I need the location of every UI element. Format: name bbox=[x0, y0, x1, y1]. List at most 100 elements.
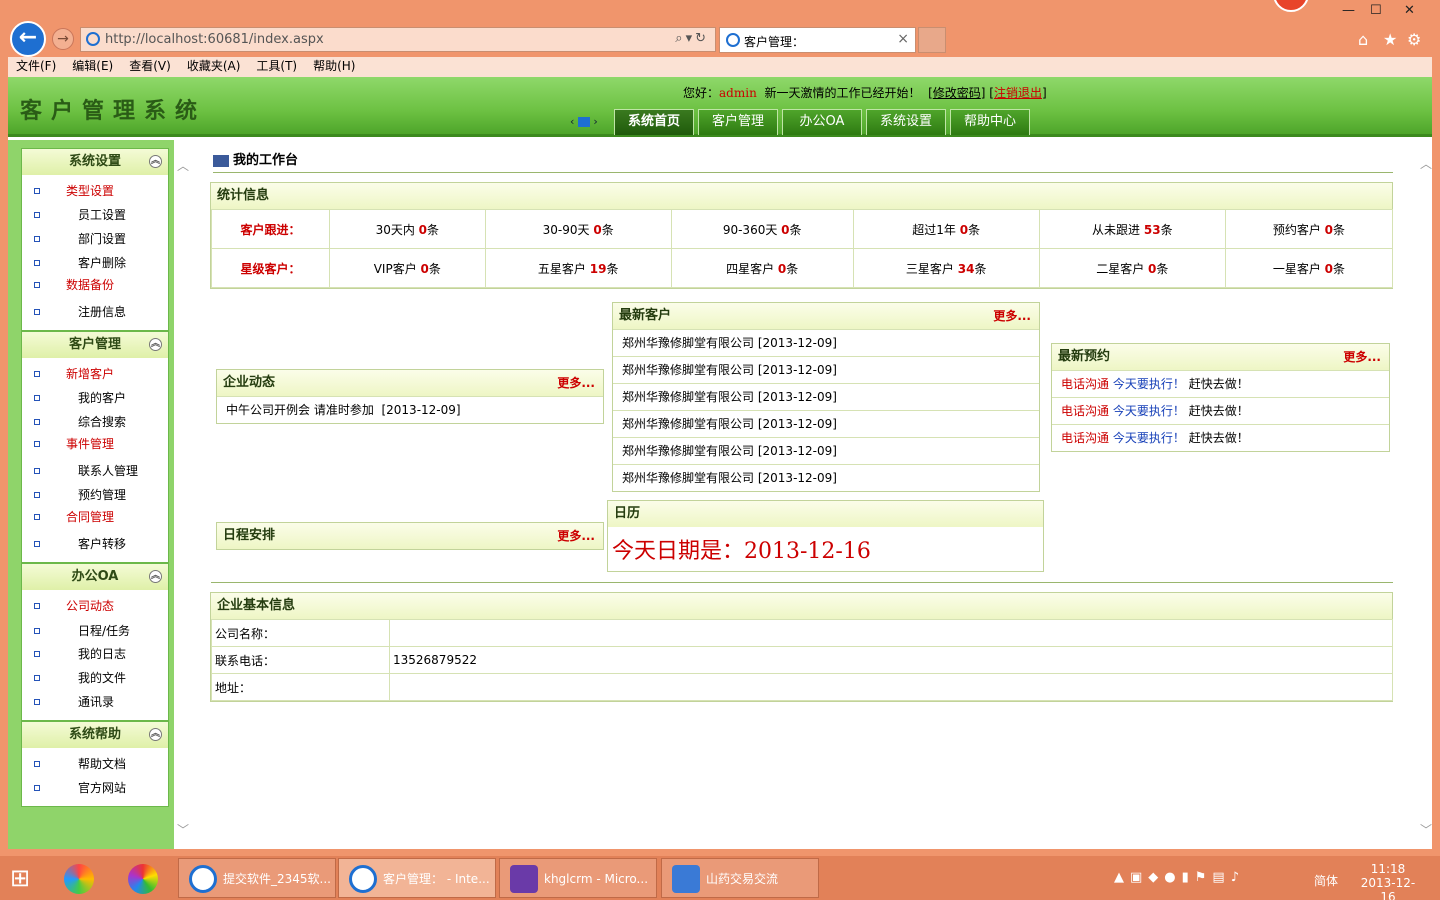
sidebar-item-label[interactable]: 官方网站 bbox=[78, 778, 126, 798]
sidebar-scroll-up-icon[interactable]: ︿ bbox=[177, 157, 189, 174]
appointment-row[interactable]: 电话沟通 今天要执行！ 赶快去做！ bbox=[1052, 370, 1389, 397]
page-scroll-up-icon[interactable]: ︿ bbox=[1420, 155, 1432, 172]
sidebar-item-label[interactable]: 类型设置 bbox=[66, 181, 114, 201]
browser-tab[interactable]: 客户管理： × bbox=[719, 27, 916, 53]
sidebar-scroll-down-icon[interactable]: ﹀ bbox=[177, 821, 189, 838]
sidebar-item-label[interactable]: 数据备份 bbox=[66, 275, 114, 295]
sidebar-item[interactable]: 新增客户 bbox=[22, 364, 168, 384]
news-item[interactable]: 中午公司开例会 请准时参加 [2013-12-09] bbox=[217, 396, 603, 423]
back-button[interactable]: ← bbox=[10, 21, 46, 57]
customer-name[interactable]: 郑州华豫修脚堂有限公司 bbox=[622, 417, 754, 431]
sidebar-item-label[interactable]: 我的客户 bbox=[78, 388, 126, 408]
customer-row[interactable]: 郑州华豫修脚堂有限公司 [2013-12-09] bbox=[613, 437, 1039, 464]
app-pinned-icon-2[interactable] bbox=[128, 864, 158, 894]
sidebar-item[interactable]: 通讯录 bbox=[22, 692, 168, 712]
sidebar-item[interactable]: 预约管理 bbox=[22, 485, 168, 505]
sidebar-item-label[interactable]: 员工设置 bbox=[78, 205, 126, 225]
sidebar-item-label[interactable]: 联系人管理 bbox=[78, 461, 138, 481]
collapse-icon[interactable]: ︽ bbox=[149, 570, 162, 583]
customer-name[interactable]: 郑州华豫修脚堂有限公司 bbox=[622, 444, 754, 458]
star-stat[interactable]: 三星客户 34条 bbox=[852, 248, 1040, 288]
news-item-text[interactable]: 中午公司开例会 请准时参加 bbox=[226, 403, 374, 417]
nav-system-settings[interactable]: 系统设置 bbox=[866, 109, 946, 135]
appointment-row[interactable]: 电话沟通 今天要执行！ 赶快去做！ bbox=[1052, 424, 1389, 451]
sidebar-item[interactable]: 日程/任务 bbox=[22, 621, 168, 641]
sidebar-item-label[interactable]: 日程/任务 bbox=[78, 621, 130, 641]
sidebar-group-header[interactable]: 办公OA ︽ bbox=[22, 564, 168, 590]
sidebar-item[interactable]: 客户转移 bbox=[22, 534, 168, 554]
follow-stat[interactable]: 30-90天 0条 bbox=[484, 209, 672, 249]
sidebar-item[interactable]: 注册信息 bbox=[22, 302, 168, 322]
address-url[interactable]: http://localhost:60681/index.aspx bbox=[105, 32, 324, 47]
latest-customers-more-link[interactable]: 更多... bbox=[993, 303, 1031, 329]
sidebar-item-label[interactable]: 通讯录 bbox=[78, 692, 114, 712]
collapse-icon[interactable]: ︽ bbox=[149, 338, 162, 351]
sidebar-item[interactable]: 官方网站 bbox=[22, 778, 168, 798]
sidebar-item-label[interactable]: 公司动态 bbox=[66, 596, 114, 616]
ime-indicator[interactable]: 简体 bbox=[1314, 872, 1338, 889]
menu-help[interactable]: 帮助(H) bbox=[305, 57, 363, 76]
appointment-what[interactable]: 今天要执行！ bbox=[1113, 404, 1185, 418]
customer-row[interactable]: 郑州华豫修脚堂有限公司 [2013-12-09] bbox=[613, 329, 1039, 356]
customer-row[interactable]: 郑州华豫修脚堂有限公司 [2013-12-09] bbox=[613, 383, 1039, 410]
minimize-button[interactable]: — bbox=[1342, 3, 1355, 18]
sidebar-item[interactable]: 我的文件 bbox=[22, 668, 168, 688]
follow-stat[interactable]: 90-360天 0条 bbox=[670, 209, 854, 249]
address-bar[interactable]: http://localhost:60681/index.aspx ⌕▾↻ bbox=[80, 27, 716, 52]
change-password-link[interactable]: 修改密码 bbox=[933, 86, 981, 100]
customer-row[interactable]: 郑州华豫修脚堂有限公司 [2013-12-09] bbox=[613, 464, 1039, 491]
taskbar-window-3[interactable]: khglcrm - Micro... bbox=[499, 858, 657, 898]
logout-link[interactable]: 注销退出 bbox=[994, 86, 1042, 100]
home-icon[interactable]: ⌂ bbox=[1358, 30, 1368, 49]
sidebar-item[interactable]: 类型设置 bbox=[22, 181, 168, 201]
taskbar-window-1[interactable]: 提交软件_2345软... bbox=[178, 858, 336, 898]
collapse-icon[interactable]: ︽ bbox=[149, 728, 162, 741]
menu-favorites[interactable]: 收藏夹(A) bbox=[179, 57, 249, 76]
favorites-star-icon[interactable]: ★ bbox=[1383, 30, 1397, 49]
clock[interactable]: 11:18 2013-12-16 bbox=[1356, 862, 1420, 900]
sidebar-item[interactable]: 帮助文档 bbox=[22, 754, 168, 774]
nav-scroll-arrows[interactable]: ‹ › bbox=[570, 115, 598, 128]
nav-customers[interactable]: 客户管理 bbox=[698, 109, 778, 135]
star-stat[interactable]: 二星客户 0条 bbox=[1038, 248, 1226, 288]
customer-name[interactable]: 郑州华豫修脚堂有限公司 bbox=[622, 363, 754, 377]
sidebar-item[interactable]: 公司动态 bbox=[22, 596, 168, 616]
follow-stat[interactable]: 30天内 0条 bbox=[329, 209, 486, 249]
menu-edit[interactable]: 编辑(E) bbox=[64, 57, 121, 76]
sidebar-item-label[interactable]: 部门设置 bbox=[78, 229, 126, 249]
star-stat[interactable]: 四星客户 0条 bbox=[670, 248, 854, 288]
star-stat[interactable]: VIP客户 0条 bbox=[329, 248, 486, 288]
nav-office-oa[interactable]: 办公OA bbox=[782, 109, 862, 135]
news-more-link[interactable]: 更多... bbox=[557, 370, 595, 396]
sidebar-item[interactable]: 员工设置 bbox=[22, 205, 168, 225]
customer-name[interactable]: 郑州华豫修脚堂有限公司 bbox=[622, 336, 754, 350]
menu-view[interactable]: 查看(V) bbox=[121, 57, 179, 76]
sidebar-item[interactable]: 我的日志 bbox=[22, 644, 168, 664]
sidebar-item-label[interactable]: 注册信息 bbox=[78, 302, 126, 322]
sidebar-item-label[interactable]: 综合搜索 bbox=[78, 412, 126, 432]
appointment-what[interactable]: 今天要执行！ bbox=[1113, 377, 1185, 391]
menu-tools[interactable]: 工具(T) bbox=[248, 57, 305, 76]
sidebar-group-header[interactable]: 系统帮助 ︽ bbox=[22, 722, 168, 748]
search-refresh-icons[interactable]: ⌕▾↻ bbox=[675, 31, 709, 46]
sidebar-item[interactable]: 数据备份 bbox=[22, 275, 168, 295]
windows-start-icon[interactable]: ⊞ bbox=[10, 864, 30, 892]
customer-row[interactable]: 郑州华豫修脚堂有限公司 [2013-12-09] bbox=[613, 410, 1039, 437]
tray-icons[interactable]: ▲▣◆●▮⚑▤♪ bbox=[1114, 870, 1245, 885]
sidebar-item[interactable]: 联系人管理 bbox=[22, 461, 168, 481]
nav-help-center[interactable]: 帮助中心 bbox=[950, 109, 1030, 135]
maximize-button[interactable]: ☐ bbox=[1370, 3, 1382, 18]
menu-file[interactable]: 文件(F) bbox=[8, 57, 64, 76]
new-tab-button[interactable] bbox=[918, 27, 946, 53]
sidebar-item[interactable]: 综合搜索 bbox=[22, 412, 168, 432]
follow-stat[interactable]: 超过1年 0条 bbox=[852, 209, 1040, 249]
settings-gear-icon[interactable]: ⚙ bbox=[1407, 30, 1421, 49]
tab-close-icon[interactable]: × bbox=[897, 31, 909, 47]
sidebar-group-header[interactable]: 系统设置 ︽ bbox=[22, 149, 168, 175]
taskbar-window-2[interactable]: 客户管理： - Inte... bbox=[338, 858, 496, 898]
appointment-type[interactable]: 电话沟通 bbox=[1061, 431, 1109, 445]
page-scroll-down-icon[interactable]: ﹀ bbox=[1420, 821, 1432, 838]
sidebar-item-label[interactable]: 新增客户 bbox=[66, 364, 114, 384]
close-window-button[interactable]: ✕ bbox=[1404, 3, 1415, 18]
customer-name[interactable]: 郑州华豫修脚堂有限公司 bbox=[622, 390, 754, 404]
